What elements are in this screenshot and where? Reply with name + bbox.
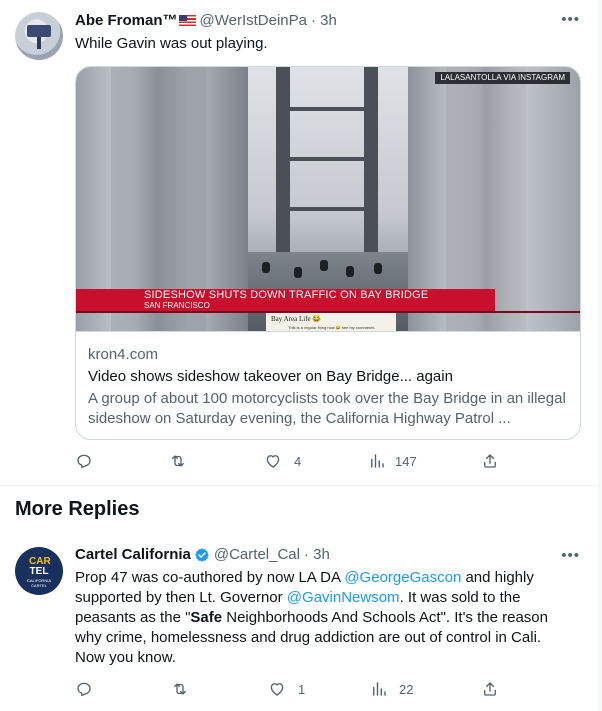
avatar[interactable]: CAR TEL CALIFORNIA CARTEL: [15, 547, 63, 595]
tweet-text-bold: Safe: [190, 609, 223, 626]
timestamp[interactable]: · 3h: [304, 546, 330, 563]
avatar-logo-bottom: CALIFORNIA CARTEL: [26, 578, 51, 588]
mention-link[interactable]: @GavinNewsom: [287, 589, 400, 606]
tweet-text-part: Prop 47 was co-authored by now LA DA: [75, 569, 345, 586]
reply-icon: [77, 682, 91, 697]
share-icon: [484, 682, 496, 696]
mention-link[interactable]: @GeorgeGascon: [344, 569, 461, 586]
like-button[interactable]: 1: [268, 680, 305, 698]
share-button[interactable]: [481, 680, 499, 698]
tweet-text: Prop 47 was co-authored by now LA DA @Ge…: [75, 568, 570, 668]
tweet-cartel-california[interactable]: CAR TEL CALIFORNIA CARTEL Cartel Califor…: [0, 0, 598, 711]
heart-icon: [270, 683, 284, 696]
verified-badge-icon[interactable]: [194, 547, 210, 563]
retweet-icon: [174, 683, 186, 695]
author-name[interactable]: Cartel California: [75, 546, 191, 563]
scrollbar[interactable]: [598, 0, 602, 711]
like-count: 1: [298, 681, 306, 697]
tweet-header: Cartel California @Cartel_Cal · 3h: [75, 546, 330, 563]
avatar-logo-middle: TEL: [29, 566, 49, 577]
retweet-button[interactable]: [171, 680, 201, 698]
views-button[interactable]: 22: [370, 680, 413, 698]
author-handle[interactable]: @Cartel_Cal: [214, 546, 300, 563]
tweet-actions: 1 22: [75, 680, 505, 700]
views-chart-icon: [373, 682, 386, 696]
more-dots-icon[interactable]: •••: [561, 547, 580, 564]
views-count: 22: [399, 681, 414, 697]
reply-button[interactable]: [75, 680, 105, 698]
